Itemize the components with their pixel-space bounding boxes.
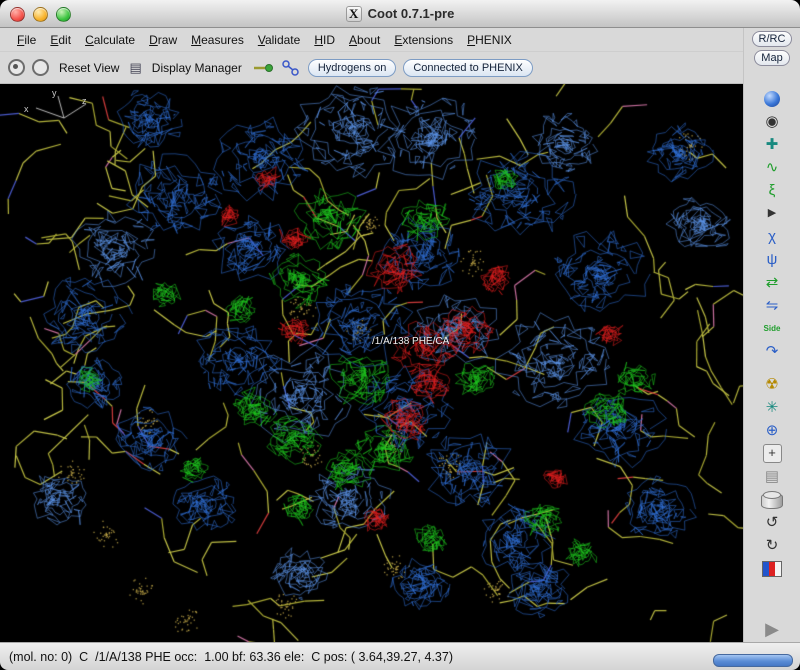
run-refmac-icon[interactable]: ☢: [759, 374, 785, 395]
rrc-button[interactable]: R/RC: [752, 31, 793, 47]
delete-item-icon[interactable]: [759, 489, 785, 510]
side-chain-180-icon[interactable]: Side: [759, 318, 785, 339]
coot-window: X Coot 0.7.1-pre File Edit Calculate Dra…: [0, 0, 800, 670]
axis-z-label: z: [82, 96, 87, 106]
axis-y-label: y: [52, 88, 57, 98]
header: File Edit Calculate Draw Measures Valida…: [0, 28, 800, 84]
title-bar: X Coot 0.7.1-pre: [0, 0, 800, 28]
undo-icon[interactable]: ↺: [759, 512, 785, 533]
status-bar: (mol. no: 0) C /1/A/138 PHE occ: 1.00 bf…: [0, 642, 800, 670]
zoom-button[interactable]: [56, 7, 71, 22]
mutate-residue-icon[interactable]: ⊕: [759, 420, 785, 441]
display-control-icon[interactable]: [759, 558, 785, 579]
map-button[interactable]: Map: [754, 50, 789, 66]
menu-about[interactable]: About: [342, 31, 387, 49]
reset-view-button[interactable]: Reset View: [56, 59, 122, 77]
rotamers-icon[interactable]: ▶: [759, 203, 785, 224]
rigid-body-fit-icon[interactable]: ✚: [759, 134, 785, 155]
menu-file[interactable]: File: [10, 31, 43, 49]
molecular-viewport[interactable]: [0, 84, 743, 642]
redo-icon[interactable]: ↻: [759, 535, 785, 556]
menu-draw[interactable]: Draw: [142, 31, 184, 49]
menu-edit[interactable]: Edit: [43, 31, 78, 49]
phenix-status-button[interactable]: Connected to PHENIX: [403, 59, 532, 77]
real-space-refine-icon[interactable]: [759, 88, 785, 109]
side-chain-flip-icon[interactable]: ⇋: [759, 295, 785, 316]
measure-distance-icon[interactable]: [281, 60, 301, 76]
keyboard-icon[interactable]: ▤: [759, 466, 785, 487]
close-button[interactable]: [10, 7, 25, 22]
auto-fit-rotamer-icon[interactable]: ξ: [759, 180, 785, 201]
menu-measures[interactable]: Measures: [184, 31, 251, 49]
jed-flip-icon[interactable]: ↷: [759, 341, 785, 362]
menu-hid[interactable]: HID: [307, 31, 342, 49]
minimize-button[interactable]: [33, 7, 48, 22]
molecule-icon[interactable]: ✳: [759, 397, 785, 418]
status-text: (mol. no: 0) C /1/A/138 PHE occ: 1.00 bf…: [9, 650, 453, 664]
axis-x-label: x: [24, 104, 29, 114]
key-icon[interactable]: [252, 61, 274, 75]
rotate-translate-icon[interactable]: ∿: [759, 157, 785, 178]
gl-canvas-area[interactable]: x y z /1/A/138 PHE/CA: [0, 84, 743, 642]
x11-icon: X: [346, 6, 362, 22]
edit-chi-angles-icon[interactable]: χ: [759, 226, 785, 247]
window-title: Coot 0.7.1-pre: [368, 6, 455, 21]
toolbar: Reset View ▤ Display Manager Hydrogens o…: [0, 52, 743, 84]
torsion-general-icon[interactable]: ψ: [759, 249, 785, 270]
atom-label: /1/A/138 PHE/CA: [372, 336, 449, 347]
modelling-sidebar: ◉ ✚ ∿ ξ ▶ χ ψ ⇄ ⇋ Side ↷ ☢ ✳ ⊕ + ▤ ↺ ↻ ▶: [743, 84, 800, 642]
map-panel: R/RC Map: [743, 28, 800, 84]
regularize-icon[interactable]: ◉: [759, 111, 785, 132]
horizontal-scrollbar-thumb[interactable]: [713, 654, 793, 667]
menu-bar: File Edit Calculate Draw Measures Valida…: [0, 28, 743, 52]
menu-phenix[interactable]: PHENIX: [460, 31, 519, 49]
flip-peptide-icon[interactable]: ⇄: [759, 272, 785, 293]
target-icon[interactable]: [8, 59, 25, 76]
menu-validate[interactable]: Validate: [251, 31, 308, 49]
hydrogens-toggle-button[interactable]: Hydrogens on: [308, 59, 397, 77]
go-icon[interactable]: ▶: [759, 618, 785, 639]
display-manager-button[interactable]: Display Manager: [149, 59, 245, 77]
menu-extensions[interactable]: Extensions: [387, 31, 460, 49]
menu-calculate[interactable]: Calculate: [78, 31, 142, 49]
add-terminal-residue-icon[interactable]: +: [759, 443, 785, 464]
circle-icon[interactable]: [32, 59, 49, 76]
display-manager-icon: ▤: [129, 60, 141, 76]
